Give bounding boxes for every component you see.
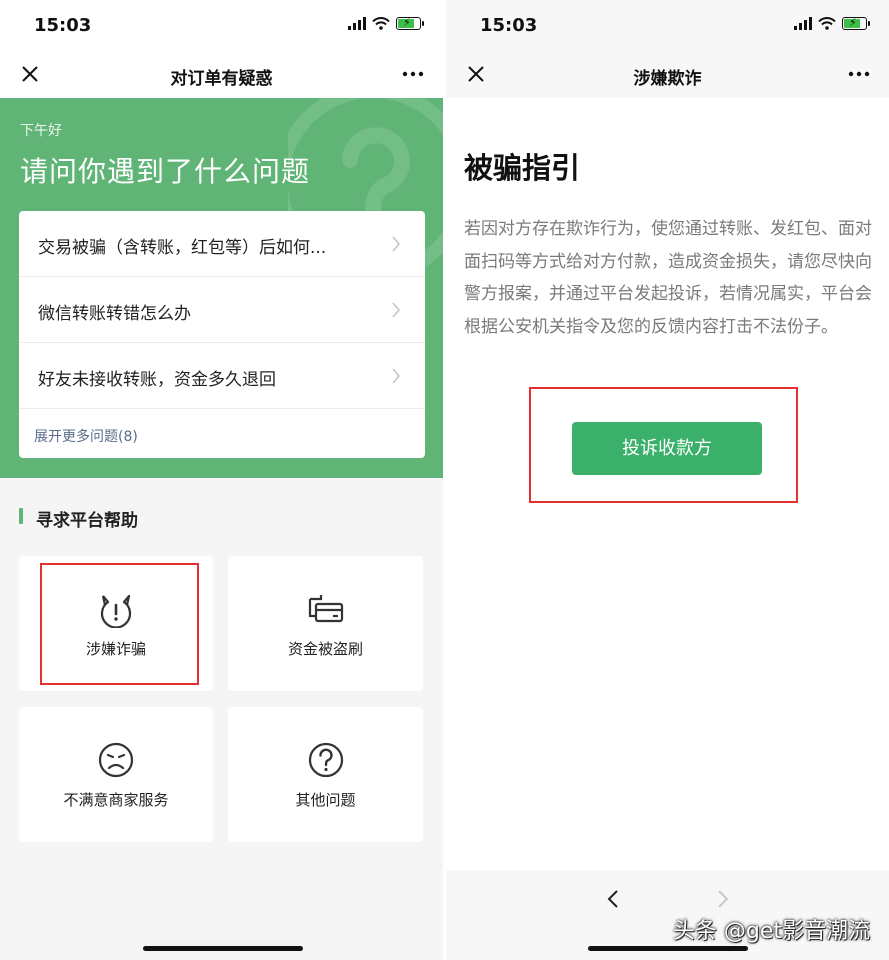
section-title: 寻求平台帮助 (36, 511, 138, 531)
faq-card: 交易被骗（含转账，红包等）后如何... 微信转账转错怎么办 好友未接收转账，资金… (19, 211, 425, 458)
help-tile-stolen-funds[interactable]: 资金被盗刷 (228, 556, 423, 691)
help-tile-other[interactable]: 其他问题 (228, 707, 423, 842)
faq-item[interactable]: 微信转账转错怎么办 (19, 277, 425, 343)
guide-body-text: 若因对方存在欺诈行为，使您通过转账、发红包、面对面扫码等方式给对方付款，造成资金… (464, 219, 872, 337)
battery-icon: ⚡ (842, 16, 870, 30)
status-bar: 15:03 ⚡ (446, 0, 889, 50)
back-arrow-icon[interactable] (604, 888, 622, 910)
chevron-right-icon (392, 302, 401, 318)
tile-label: 其他问题 (295, 791, 356, 809)
cellular-signal-icon (348, 17, 366, 30)
chevron-right-icon (392, 368, 401, 384)
faq-question: 好友未接收转账，资金多久退回 (38, 370, 276, 390)
home-indicator[interactable] (143, 946, 303, 951)
faq-question: 交易被骗（含转账，红包等）后如何... (38, 238, 327, 258)
faq-item[interactable]: 交易被骗（含转账，红包等）后如何... (19, 211, 425, 277)
forward-arrow-icon[interactable] (714, 888, 732, 910)
wifi-icon (372, 17, 390, 30)
left-phone-screen: 15:03 ⚡ 对订单有疑惑 下午好 请问你遇到了什么问题 交易被骗（含转账，红… (0, 0, 443, 960)
guide-title: 被骗指引 (464, 151, 581, 185)
faq-item[interactable]: 好友未接收转账，资金多久退回 (19, 343, 425, 409)
right-phone-screen: 15:03 ⚡ 涉嫌欺诈 被骗指引 若因对方存在欺诈行为，使您通过转账、发红包、… (446, 0, 889, 960)
status-icons: ⚡ (348, 16, 424, 30)
section-accent-bar (19, 508, 23, 524)
fraud-tile-highlight-box (40, 563, 199, 685)
battery-icon: ⚡ (396, 16, 424, 30)
status-icons: ⚡ (794, 16, 870, 30)
status-time: 15:03 (34, 15, 92, 36)
status-time: 15:03 (480, 15, 538, 36)
nav-bar: 对订单有疑惑 (0, 50, 443, 98)
tile-label: 资金被盗刷 (287, 640, 363, 658)
more-options-icon[interactable] (847, 62, 871, 86)
question-circle-icon (308, 742, 343, 778)
help-tile-merchant-service[interactable]: 不满意商家服务 (19, 707, 213, 842)
fraud-guide-content: 被骗指引 若因对方存在欺诈行为，使您通过转账、发红包、面对面扫码等方式给对方付款… (446, 98, 889, 870)
more-options-icon[interactable] (401, 62, 425, 86)
watermark-text: 头条 @get影音潮流 (672, 919, 870, 944)
chevron-right-icon (392, 236, 401, 252)
nav-bar: 涉嫌欺诈 (446, 50, 889, 98)
card-swipe-icon (308, 595, 343, 623)
wifi-icon (818, 17, 836, 30)
cellular-signal-icon (794, 17, 812, 30)
page-title: 涉嫌欺诈 (633, 69, 702, 89)
complain-button-highlight-box (529, 387, 798, 503)
sad-face-icon (98, 742, 134, 778)
hero-headline: 请问你遇到了什么问题 (20, 155, 311, 188)
tile-label: 不满意商家服务 (63, 791, 169, 809)
faq-question: 微信转账转错怎么办 (38, 304, 191, 324)
status-bar: 15:03 ⚡ (0, 0, 443, 50)
greeting-text: 下午好 (20, 123, 62, 139)
page-title: 对订单有疑惑 (170, 69, 273, 89)
expand-more-questions-link[interactable]: 展开更多问题(8) (34, 426, 138, 446)
home-indicator[interactable] (588, 946, 748, 951)
